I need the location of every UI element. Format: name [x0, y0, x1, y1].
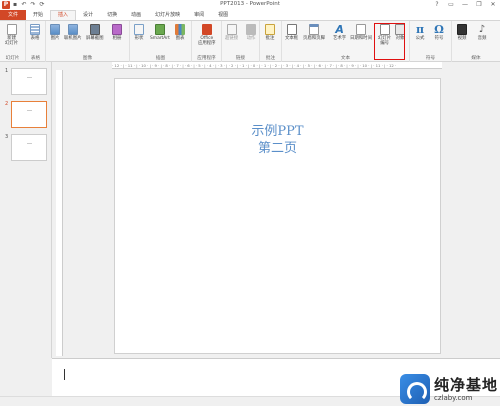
slide-thumbnail-panel: 1 2 3 [0, 62, 52, 358]
textbox-icon [286, 24, 297, 35]
slide-thumbnail-3[interactable] [11, 134, 47, 161]
smartart-icon [154, 24, 165, 35]
album-icon [112, 24, 122, 35]
ribbon-display-icon[interactable]: ▭ [446, 1, 456, 9]
window-controls: ? ▭ — ❐ ✕ [432, 1, 498, 9]
online-picture-button[interactable]: 联机图片 [64, 24, 82, 41]
group-symbols: π 公式 Ω 符号 符号 [410, 21, 452, 62]
tab-animations[interactable]: 动画 [124, 10, 148, 20]
thumbnail-content [27, 143, 32, 146]
chart-icon [175, 24, 185, 35]
slide-thumbnail-1[interactable] [11, 68, 47, 95]
screenshot-button[interactable]: 屏幕截图 [86, 24, 104, 41]
comment-icon [265, 24, 275, 35]
group-media: 视频 ♪ 音频 媒体 [457, 24, 487, 61]
title-bar: P ▪ ↶ ↷ ⟳ PPT2013 - PowerPoint ? ▭ — ❐ ✕ [0, 0, 500, 10]
tab-transitions[interactable]: 切换 [100, 10, 124, 20]
office-store-icon [201, 24, 212, 35]
office-apps-button[interactable]: Office 应用程序 [198, 24, 216, 46]
screenshot-icon [89, 24, 100, 35]
symbol-button[interactable]: Ω 符号 [434, 24, 444, 41]
thumbnail-number: 1 [5, 68, 9, 74]
thumbnail-number: 3 [5, 134, 9, 140]
tab-file[interactable]: 文件 [0, 10, 27, 20]
date-time-icon [355, 24, 366, 35]
group-apps: Office 应用程序 应用程序 [192, 21, 222, 62]
table-icon [30, 24, 40, 35]
help-icon[interactable]: ? [432, 1, 442, 9]
slide-title-textbox[interactable]: 示例PPT 第二页 [115, 123, 440, 157]
textbox-button[interactable]: 文本框 [285, 24, 298, 41]
table-button[interactable]: 表格 [30, 24, 40, 41]
video-button[interactable]: 视频 [457, 24, 467, 41]
header-footer-button[interactable]: 页眉和页脚 [303, 24, 325, 41]
highlight-annotation [374, 23, 405, 60]
watermark-url: czlaby.com [433, 393, 473, 402]
audio-button[interactable]: ♪ 音频 [477, 24, 487, 41]
restore-icon[interactable]: ❐ [474, 1, 484, 9]
group-links: 超链接 动作 链接 [222, 21, 260, 62]
slide-title-line-2: 第二页 [257, 141, 297, 156]
slide-canvas[interactable]: 示例PPT 第二页 [114, 78, 441, 354]
action-icon [246, 24, 256, 35]
minimize-icon[interactable]: — [460, 1, 470, 9]
text-cursor [64, 369, 65, 380]
speaker-icon: ♪ [478, 24, 486, 35]
wordart-icon: A [335, 23, 344, 36]
header-footer-icon [308, 24, 319, 35]
shapes-icon [134, 24, 144, 35]
horizontal-ruler: · 12 · | · 11 · | · 10 · | · 9 · | · 8 ·… [112, 62, 442, 69]
thumbnail-content [27, 77, 32, 80]
vertical-ruler [56, 70, 63, 356]
equation-button[interactable]: π 公式 [415, 24, 425, 41]
picture-icon [50, 24, 60, 35]
wordart-button[interactable]: A 艺术字 [333, 24, 346, 41]
video-icon [457, 24, 467, 35]
slide-title-line-1: 示例PPT [251, 124, 304, 139]
hyperlink-button[interactable]: 超链接 [225, 24, 238, 41]
comment-button[interactable]: 批注 [265, 24, 275, 41]
close-icon[interactable]: ✕ [488, 1, 498, 9]
group-illustrations: 形状 SmartArt 图表 插图 [130, 21, 192, 62]
chart-button[interactable]: 图表 [175, 24, 185, 41]
album-button[interactable]: 相册 [112, 24, 122, 41]
new-slide-button[interactable]: 新建 幻灯片 [5, 24, 18, 46]
ribbon: 新建 幻灯片 幻灯片 表格 表格 图片 联机图片 屏幕截图 相册 图像 形状 S… [0, 20, 500, 62]
action-button[interactable]: 动作 [246, 24, 256, 41]
group-images: 图片 联机图片 屏幕截图 相册 图像 [46, 21, 130, 62]
tab-insert[interactable]: 插入 [50, 10, 77, 20]
thumbnail-content [27, 110, 32, 113]
tab-home[interactable]: 开始 [26, 10, 50, 20]
thumbnail-number: 2 [5, 101, 9, 107]
tab-design[interactable]: 设计 [76, 10, 100, 20]
site-watermark: 纯净基地 czlaby.com [399, 374, 498, 404]
tab-review[interactable]: 审阅 [187, 10, 211, 20]
window-title: PPT2013 - PowerPoint [220, 1, 280, 7]
smartart-button[interactable]: SmartArt [150, 24, 170, 41]
watermark-title: 纯净基地 [433, 375, 498, 394]
group-slides: 新建 幻灯片 幻灯片 [0, 21, 26, 62]
slide-thumbnail-2[interactable] [11, 101, 47, 128]
online-picture-icon [67, 24, 78, 35]
date-time-button[interactable]: 日期和时间 [350, 24, 372, 41]
pi-icon: π [415, 23, 425, 36]
group-tables: 表格 表格 [26, 21, 46, 62]
new-slide-icon [6, 24, 17, 35]
hyperlink-icon [226, 24, 237, 35]
tab-view[interactable]: 视图 [211, 10, 235, 20]
ribbon-tabs: 文件 开始 插入 设计 切换 动画 幻灯片放映 审阅 视图 [0, 10, 500, 20]
picture-button[interactable]: 图片 [50, 24, 60, 41]
watermark-logo-icon [399, 374, 430, 404]
tab-slideshow[interactable]: 幻灯片放映 [148, 10, 187, 20]
shapes-button[interactable]: 形状 [134, 24, 144, 41]
group-comments: 批注 批注 [260, 21, 282, 62]
omega-icon: Ω [434, 23, 444, 36]
